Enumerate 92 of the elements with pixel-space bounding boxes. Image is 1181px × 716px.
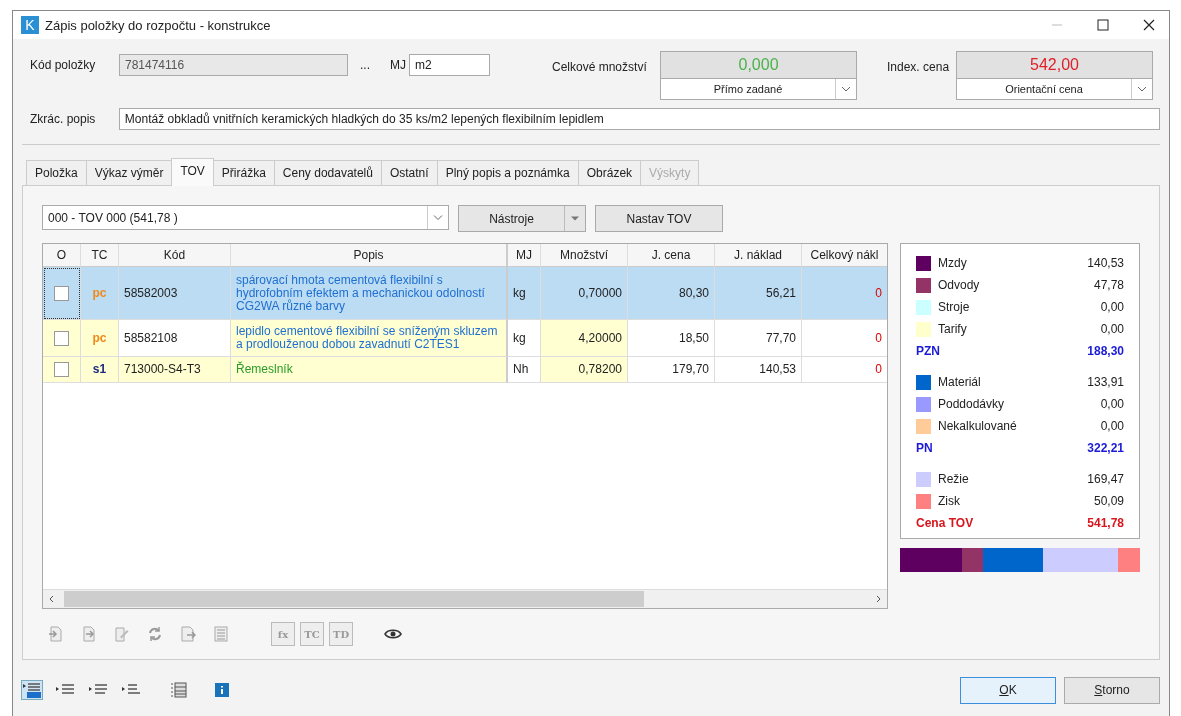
column-header[interactable]: MJ bbox=[508, 244, 541, 267]
checkbox[interactable] bbox=[54, 285, 69, 301]
tov-dropdown[interactable]: 000 - TOV 000 (541,78 ) bbox=[42, 205, 449, 230]
dialog-button[interactable]: OK bbox=[960, 676, 1056, 704]
table-cell: 0,78200 bbox=[541, 357, 628, 383]
column-header[interactable]: Množství bbox=[541, 244, 628, 267]
close-icon[interactable] bbox=[1143, 19, 1155, 31]
table-cell: 0 bbox=[802, 357, 887, 383]
refresh-icon[interactable] bbox=[147, 626, 163, 642]
append-row-icon[interactable] bbox=[81, 626, 97, 642]
column-header[interactable]: TC bbox=[81, 244, 119, 267]
summary-label: Režie bbox=[938, 472, 970, 486]
summary-value: 50,09 bbox=[1093, 494, 1124, 508]
table-cell: 0 bbox=[802, 267, 887, 320]
column-header[interactable]: Kód bbox=[119, 244, 231, 267]
summary-value: 322,21 bbox=[1087, 441, 1124, 455]
short-description-field[interactable]: Montáž obkladů vnitřních keramických hladkých do 35 ks/m2 lepených flexibilním lepidlem bbox=[118, 108, 1160, 130]
quantity-label: Celkové množství bbox=[552, 59, 648, 74]
price-label: Index. cena bbox=[886, 59, 951, 74]
table-cell: 713000-S4-T3 bbox=[119, 357, 231, 383]
table-cell: 58582003 bbox=[119, 267, 231, 320]
insert-row-icon[interactable] bbox=[48, 626, 64, 642]
summary-label: PN bbox=[916, 441, 934, 455]
tab[interactable]: TOV bbox=[171, 158, 214, 186]
summary-value: 188,30 bbox=[1087, 344, 1124, 358]
summary-label: Mzdy bbox=[938, 256, 968, 270]
summary-label: Stroje bbox=[938, 300, 971, 314]
column-header[interactable]: Celkový nákl bbox=[802, 244, 887, 267]
window-title: Zápis položky do rozpočtu - konstrukce bbox=[45, 17, 272, 33]
summary-value: 0,00 bbox=[1100, 397, 1124, 411]
summary-value: 169,47 bbox=[1087, 472, 1124, 486]
table-cell: 0 bbox=[802, 320, 887, 357]
type-code: pc bbox=[81, 267, 119, 320]
table-cell: 4,20000 bbox=[541, 320, 628, 357]
summary-value: 47,78 bbox=[1093, 278, 1124, 292]
scroll-right-icon[interactable] bbox=[874, 595, 882, 603]
eye-icon[interactable] bbox=[384, 628, 402, 640]
table-cell: 80,30 bbox=[628, 267, 715, 320]
summary-value: 140,53 bbox=[1087, 256, 1124, 270]
app-logo: K bbox=[21, 16, 39, 34]
table-cell: 77,70 bbox=[715, 320, 802, 357]
summary-value: 0,00 bbox=[1100, 419, 1124, 433]
summary-value: 541,78 bbox=[1087, 516, 1124, 530]
tab[interactable]: Položka bbox=[26, 160, 87, 185]
quantity-mode-dropdown[interactable]: Přímo zadané bbox=[660, 79, 857, 100]
summary-label: PZN bbox=[916, 344, 941, 358]
column-header[interactable]: J. náklad bbox=[715, 244, 802, 267]
table-cell: 56,21 bbox=[715, 267, 802, 320]
code-field[interactable]: 781474116 bbox=[119, 54, 348, 76]
summary-label: Poddodávky bbox=[938, 397, 1006, 411]
tools-menu-button[interactable]: Nástroje bbox=[458, 205, 586, 232]
unit-label: MJ bbox=[389, 58, 407, 72]
numbered-list-icon[interactable] bbox=[22, 681, 42, 699]
column-header[interactable]: O bbox=[43, 244, 81, 267]
table-cell: Řemeslník bbox=[231, 357, 508, 383]
horizontal-scrollbar[interactable] bbox=[43, 589, 887, 608]
column-header[interactable]: Popis bbox=[231, 244, 508, 267]
set-tov-button[interactable]: Nastav TOV bbox=[595, 205, 723, 232]
table-cell: lepidlo cementové flexibilní se sníženým skluzem a prodlouženou dobou zavadnutí C2TES1 bbox=[231, 320, 508, 357]
summary-label: Zisk bbox=[938, 494, 961, 508]
checkbox[interactable] bbox=[54, 362, 69, 377]
table-cell: kg bbox=[508, 267, 541, 320]
maximize-icon[interactable] bbox=[1097, 19, 1109, 31]
summary-value: 133,91 bbox=[1087, 375, 1124, 389]
summary-label: Nekalkulované bbox=[938, 419, 1018, 433]
quantity-value: 0,000 bbox=[660, 51, 857, 79]
type-code: pc bbox=[81, 320, 119, 357]
summary-label: Odvody bbox=[938, 278, 981, 292]
table-cell: 0,70000 bbox=[541, 267, 628, 320]
price-value: 542,00 bbox=[956, 51, 1153, 79]
dialog-button[interactable]: Storno bbox=[1064, 676, 1160, 704]
checkbox[interactable] bbox=[54, 330, 69, 346]
info-icon[interactable] bbox=[215, 683, 229, 697]
summary-value: 0,00 bbox=[1100, 300, 1124, 314]
column-header[interactable]: J. cena bbox=[628, 244, 715, 267]
export-icon[interactable] bbox=[180, 626, 196, 642]
unit-field[interactable]: m2 bbox=[409, 54, 490, 76]
summary-value: 0,00 bbox=[1100, 322, 1124, 336]
table-cell: 179,70 bbox=[628, 357, 715, 383]
table-cell: spárovací hmota cementová flexibilní s hydrofobním efektem a mechanickou odolností CG2WA různé barvy bbox=[231, 267, 508, 320]
table-cell: 18,50 bbox=[628, 320, 715, 357]
short-description-label: Zkrác. popis bbox=[29, 112, 97, 126]
table-rows-icon[interactable] bbox=[168, 681, 188, 699]
summary-label: Materiál bbox=[938, 375, 982, 389]
table-cell: 140,53 bbox=[715, 357, 802, 383]
type-code: s1 bbox=[81, 357, 119, 383]
scroll-left-icon[interactable] bbox=[48, 595, 56, 603]
price-mode-dropdown[interactable]: Orientační cena bbox=[956, 79, 1153, 100]
code-label: Kód položky bbox=[29, 58, 97, 72]
browse-link[interactable]: ... bbox=[360, 58, 370, 72]
summary-label: Tarify bbox=[938, 322, 968, 336]
summary-label: Cena TOV bbox=[916, 516, 975, 530]
